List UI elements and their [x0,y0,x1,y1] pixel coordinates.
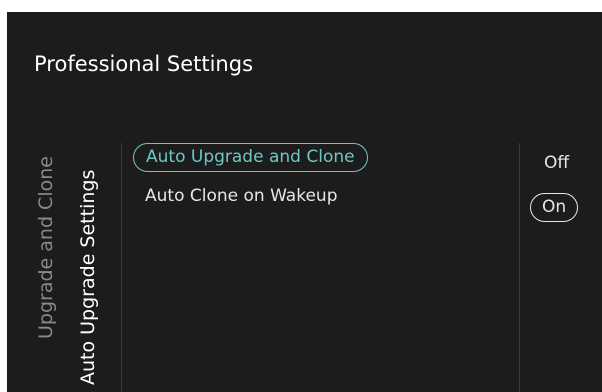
menu-item-auto-upgrade-and-clone[interactable]: Auto Upgrade and Clone [133,143,368,172]
sidebar-divider [121,143,122,392]
tab-upgrade-and-clone[interactable]: Upgrade and Clone [35,156,57,339]
page-title: Professional Settings [34,52,254,76]
option-on[interactable]: On [530,193,579,222]
option-off[interactable]: Off [544,150,569,179]
tv-settings-screen: Professional Settings Upgrade and Clone … [7,12,602,392]
options-divider [519,143,520,392]
tab-auto-upgrade-settings[interactable]: Auto Upgrade Settings [77,170,99,385]
menu-item-auto-clone-on-wakeup[interactable]: Auto Clone on Wakeup [133,183,350,212]
